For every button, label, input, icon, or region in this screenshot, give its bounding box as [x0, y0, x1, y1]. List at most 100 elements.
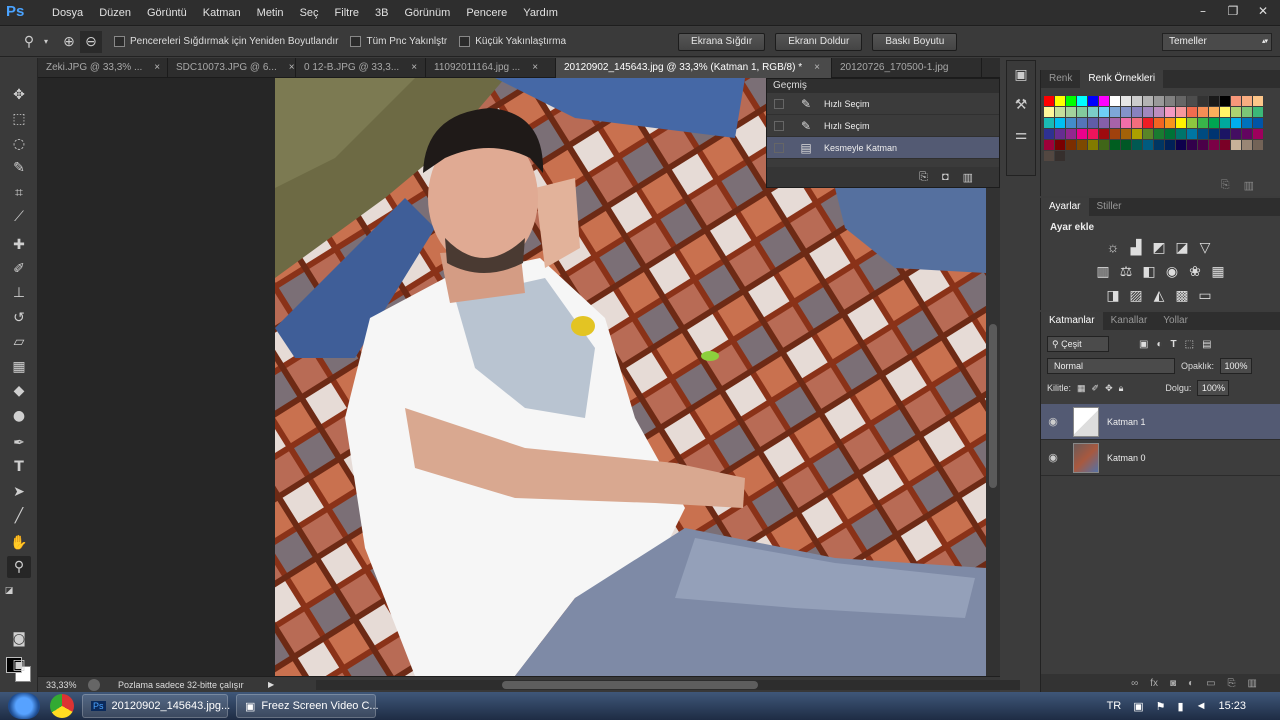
color-swatch[interactable]	[1143, 107, 1153, 117]
line-tool-icon[interactable]: ╱	[7, 505, 31, 527]
exposure-icon[interactable]: ◪	[1174, 239, 1190, 256]
menu-window[interactable]: Pencere	[458, 7, 515, 19]
color-swatch[interactable]	[1055, 140, 1065, 150]
color-swatch[interactable]	[1110, 107, 1120, 117]
color-swatch[interactable]	[1154, 140, 1164, 150]
swatch-grid[interactable]	[1044, 96, 1280, 161]
color-swatch[interactable]	[1198, 140, 1208, 150]
tray-icon[interactable]: ▣	[1133, 700, 1143, 713]
color-swatch[interactable]	[1220, 96, 1230, 106]
color-swatch[interactable]	[1077, 107, 1087, 117]
lasso-tool-icon[interactable]: ◌	[7, 133, 31, 155]
link-icon[interactable]: ∞	[1131, 678, 1138, 689]
menu-help[interactable]: Yardım	[515, 7, 566, 19]
scroll-thumb[interactable]	[502, 681, 758, 689]
color-swatch[interactable]	[1143, 140, 1153, 150]
doc-tab[interactable]: SDC10073.JPG @ 6... ×	[168, 58, 296, 78]
color-swatch[interactable]	[1253, 96, 1263, 106]
zoom-all-checkbox[interactable]: Tüm Pnc Yakınlştr	[350, 36, 447, 47]
color-swatch[interactable]	[1209, 107, 1219, 117]
color-swatch[interactable]	[1176, 129, 1186, 139]
color-swatch[interactable]	[1198, 129, 1208, 139]
color-swatch[interactable]	[1110, 96, 1120, 106]
color-swatch[interactable]	[1121, 129, 1131, 139]
color-swatch[interactable]	[1231, 96, 1241, 106]
checkbox-box[interactable]	[350, 36, 362, 47]
scroll-thumb[interactable]	[989, 324, 997, 488]
visibility-eye-icon[interactable]: ◉	[1041, 451, 1065, 464]
adjustment-filter-icon[interactable]: ◐	[1156, 339, 1162, 350]
close-icon[interactable]: ×	[289, 58, 295, 78]
trash-icon[interactable]: ▥	[1244, 179, 1254, 192]
menu-image[interactable]: Görüntü	[139, 7, 195, 19]
brush-tool-icon[interactable]: ✐	[7, 258, 31, 280]
color-swatch[interactable]	[1143, 118, 1153, 128]
color-swatch[interactable]	[1165, 107, 1175, 117]
zoom-level[interactable]: 33,33%	[46, 680, 86, 690]
color-swatch[interactable]	[1209, 129, 1219, 139]
color-swatch[interactable]	[1088, 118, 1098, 128]
color-swatch[interactable]	[1121, 140, 1131, 150]
color-swatch[interactable]	[1121, 96, 1131, 106]
tab-styles[interactable]: Stiller	[1089, 198, 1130, 216]
visibility-eye-icon[interactable]: ◉	[1041, 415, 1065, 428]
eraser-tool-icon[interactable]: ▱	[7, 331, 31, 353]
color-swatch[interactable]	[1165, 140, 1175, 150]
selective-color-icon[interactable]: ▩	[1174, 287, 1190, 304]
color-swatch[interactable]	[1132, 140, 1142, 150]
color-swatch[interactable]	[1044, 151, 1054, 161]
doc-tab[interactable]: 0 12-B.JPG @ 33,3... ×	[296, 58, 426, 78]
history-snapshot-box[interactable]	[774, 120, 784, 131]
actions-panel-icon[interactable]: ⚒	[1007, 97, 1035, 121]
color-swatch[interactable]	[1132, 96, 1142, 106]
new-layer-icon[interactable]: ⎘	[1228, 678, 1236, 689]
type-tool-icon[interactable]: T	[7, 456, 31, 478]
clone-stamp-tool-icon[interactable]: ⊥	[7, 282, 31, 304]
volume-icon[interactable]: ◄	[1196, 700, 1207, 712]
close-icon[interactable]: ×	[411, 58, 417, 78]
color-swatch[interactable]	[1176, 118, 1186, 128]
clock[interactable]: 15:23	[1218, 700, 1246, 712]
color-swatch[interactable]	[1187, 118, 1197, 128]
workspace-select[interactable]: Temeller	[1162, 33, 1272, 51]
pen-tool-icon[interactable]: ✒	[7, 432, 31, 454]
color-swatch[interactable]	[1176, 140, 1186, 150]
eyedropper-tool-icon[interactable]: ⟋	[7, 206, 31, 228]
hand-tool-icon[interactable]: ✋	[7, 532, 31, 554]
color-swatch[interactable]	[1055, 129, 1065, 139]
color-swatch[interactable]	[1198, 118, 1208, 128]
menu-type[interactable]: Metin	[249, 7, 292, 19]
move-tool-icon[interactable]: ✥	[7, 84, 31, 106]
scrubby-zoom-checkbox[interactable]: Küçük Yakınlaştırma	[459, 36, 566, 47]
color-swatch[interactable]	[1044, 96, 1054, 106]
posterize-icon[interactable]: ▨	[1128, 287, 1144, 304]
new-swatch-icon[interactable]: ⎘	[1221, 179, 1230, 192]
black-white-icon[interactable]: ◧	[1141, 263, 1157, 280]
history-title[interactable]: Geçmiş	[767, 79, 999, 93]
color-swatch[interactable]	[1165, 96, 1175, 106]
path-selection-tool-icon[interactable]: ➤	[7, 481, 31, 503]
menu-filter[interactable]: Filtre	[327, 7, 367, 19]
color-swatch[interactable]	[1209, 96, 1219, 106]
history-snapshot-box[interactable]	[774, 98, 784, 109]
color-swatch[interactable]	[1121, 107, 1131, 117]
tab-channels[interactable]: Kanallar	[1103, 312, 1156, 330]
gradient-tool-icon[interactable]: ▦	[7, 356, 31, 378]
color-swatch[interactable]	[1077, 118, 1087, 128]
menu-select[interactable]: Seç	[292, 7, 327, 19]
color-swatch[interactable]	[1044, 140, 1054, 150]
close-icon[interactable]: ×	[814, 58, 820, 78]
doc-tab[interactable]: 11092011164.jpg ... ×	[426, 58, 556, 78]
curves-icon[interactable]: ◩	[1151, 239, 1167, 256]
color-swatch[interactable]	[1198, 107, 1208, 117]
image-filter-icon[interactable]: ▣	[1139, 339, 1148, 350]
vibrance-icon[interactable]: ▽	[1197, 239, 1213, 256]
fill-input[interactable]: 100%	[1197, 380, 1230, 396]
tab-adjustments[interactable]: Ayarlar	[1041, 198, 1089, 216]
color-swatch[interactable]	[1055, 107, 1065, 117]
photo-filter-icon[interactable]: ◉	[1164, 263, 1180, 280]
color-swatch[interactable]	[1110, 129, 1120, 139]
flag-icon[interactable]: ⚑	[1156, 700, 1166, 713]
color-swatch[interactable]	[1055, 151, 1065, 161]
color-swatch[interactable]	[1088, 96, 1098, 106]
